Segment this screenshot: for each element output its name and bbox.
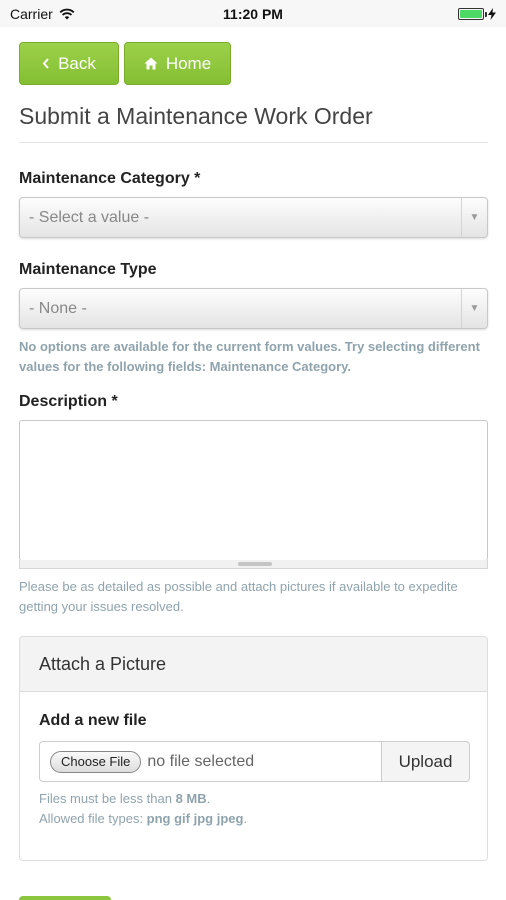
allowed-types-suffix: . <box>243 811 248 826</box>
size-limit-line: Files must be less than 8 MB. <box>39 789 247 809</box>
title-divider <box>19 142 488 143</box>
wifi-icon <box>59 8 75 20</box>
back-button[interactable]: Back <box>19 42 119 85</box>
size-limit-prefix: Files must be less than <box>39 791 176 806</box>
triangle-down-icon: ▼ <box>461 289 487 328</box>
home-icon <box>144 57 158 70</box>
category-select-value: - Select a value - <box>29 208 150 226</box>
allowed-types-value: png gif jpg jpeg <box>146 811 244 826</box>
resize-grip <box>238 562 272 566</box>
add-file-label: Add a new file <box>39 712 147 729</box>
description-help-text: Please be as detailed as possible and at… <box>19 579 458 614</box>
category-label: Maintenance Category * <box>19 170 201 187</box>
home-button-label: Home <box>165 53 212 73</box>
size-limit-value: 8 MB <box>175 791 207 806</box>
type-select-value: - None - <box>29 299 87 317</box>
file-input-group: Choose File no file selected Upload <box>39 741 470 782</box>
carrier-label: Carrier <box>10 5 53 22</box>
file-help-text: Files must be less than 8 MB. Allowed fi… <box>39 789 247 829</box>
page-title: Submit a Maintenance Work Order <box>19 103 373 129</box>
type-select[interactable]: - None - ▼ <box>19 288 488 329</box>
description-label: Description * <box>19 393 118 410</box>
file-input[interactable]: Choose File no file selected <box>39 741 382 782</box>
type-help-text: No options are available for the current… <box>19 339 480 374</box>
attach-panel-title: Attach a Picture <box>20 637 487 692</box>
status-left: Carrier <box>10 6 75 22</box>
attach-picture-panel: Attach a Picture Add a new file Choose F… <box>19 636 488 861</box>
upload-button[interactable]: Upload <box>382 741 470 782</box>
nav-buttons: Back Home <box>19 42 231 85</box>
no-file-selected-text: no file selected <box>147 752 255 770</box>
submit-button[interactable] <box>19 896 111 900</box>
type-label: Maintenance Type <box>19 261 157 278</box>
size-limit-suffix: . <box>206 791 211 806</box>
triangle-down-icon: ▼ <box>461 198 487 237</box>
status-bar: Carrier 11:20 PM <box>0 0 506 27</box>
back-button-label: Back <box>58 53 96 73</box>
choose-file-button[interactable]: Choose File <box>50 750 142 773</box>
status-time: 11:20 PM <box>223 5 283 22</box>
battery-icon <box>458 7 496 20</box>
allowed-types-line: Allowed file types: png gif jpg jpeg. <box>39 809 247 829</box>
chevron-left-icon <box>42 58 50 69</box>
textarea-resize-handle[interactable] <box>19 560 488 569</box>
home-button[interactable]: Home <box>124 42 231 85</box>
category-select[interactable]: - Select a value - ▼ <box>19 197 488 238</box>
allowed-types-prefix: Allowed file types: <box>39 811 147 826</box>
description-textarea[interactable] <box>19 420 488 561</box>
charging-icon <box>488 7 496 20</box>
